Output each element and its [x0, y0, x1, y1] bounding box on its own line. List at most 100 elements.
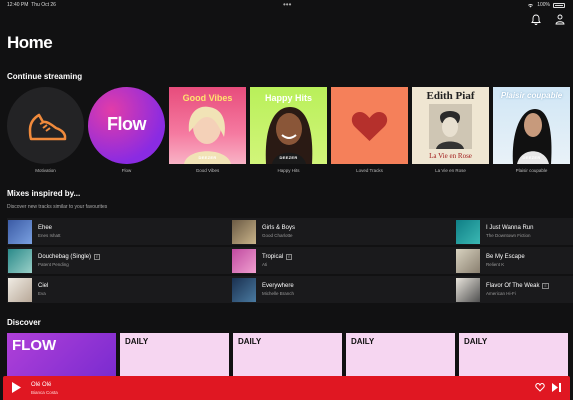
player-track-artist: Bianca Costa	[31, 390, 58, 395]
profile-icon[interactable]	[555, 14, 565, 25]
mini-player[interactable]: Olé Olé Bianca Costa	[3, 376, 570, 400]
portrait-image	[265, 107, 313, 164]
portrait-image	[184, 106, 231, 164]
mix-title: Everywhere	[262, 283, 294, 289]
good-vibes-artwork: Good Vibes DEEZER	[169, 87, 246, 164]
discover-card-daily-3[interactable]: DAILY	[346, 333, 455, 378]
mix-item-douchebag[interactable]: Douchebag (Single) E Patent Pending	[7, 247, 231, 274]
mix-thumbnail	[456, 219, 480, 244]
discover-row: FLOW DAILY DAILY DAILY DAILY	[7, 333, 568, 378]
status-right: 100%	[527, 2, 565, 8]
mix-artist: American Hi-Fi	[486, 291, 516, 296]
stream-caption: Happy Hits	[277, 168, 300, 173]
mix-title: Tropical	[262, 254, 284, 260]
stream-item-happy-hits[interactable]: Happy Hits DEEZER Happy Hits	[250, 87, 327, 173]
mix-title-row: Flavor Of The Weak E	[486, 283, 549, 289]
wifi-icon	[528, 3, 534, 7]
mix-item-tropical[interactable]: Tropical E Ati	[231, 247, 455, 274]
discover-card-label: DAILY	[238, 337, 262, 346]
discover-card-label: DAILY	[464, 337, 488, 346]
mix-title-row: Tropical E	[262, 254, 293, 260]
mixes-grid: Ehee Enes Ishatt Girls & Boys Good Charlot…	[7, 218, 573, 303]
play-icon[interactable]	[12, 382, 21, 393]
mix-artist: Good Charlotte	[262, 233, 293, 238]
plaisir-coupable-artwork: Plaisir coupable DEEZER	[493, 87, 570, 164]
stream-item-la-vie-en-rose[interactable]: Edith Piaf La Vie en Rose La Vie en Rose	[412, 87, 489, 173]
art-sublabel: La Vie en Rose	[429, 152, 472, 160]
mix-thumbnail	[232, 277, 256, 302]
flow-art-label: Flow	[107, 114, 147, 134]
mix-artist: Relient K	[486, 262, 505, 267]
mix-thumbnail	[456, 277, 480, 302]
stream-caption: Plaisir coupable	[515, 168, 548, 173]
stream-caption: La Vie en Rose	[435, 168, 466, 173]
page-title: Home	[7, 33, 53, 52]
stream-caption: Flow	[121, 168, 132, 173]
stream-caption: Loved Tracks	[356, 168, 383, 173]
mix-title: Ehee	[38, 225, 53, 231]
skip-next-icon[interactable]	[552, 383, 561, 392]
stream-item-flow[interactable]: Flow Flow	[88, 87, 165, 173]
mix-item-girls-and-boys[interactable]: Girls & Boys Good Charlotte	[231, 218, 455, 245]
mix-title: Douchebag (Single)	[38, 254, 92, 260]
mix-item-ehee[interactable]: Ehee Enes Ishatt	[7, 218, 231, 245]
mix-item-everywhere[interactable]: Everywhere Michelle Branch	[231, 276, 455, 303]
mix-title-row: Douchebag (Single) E	[38, 254, 101, 260]
battery-icon	[553, 2, 565, 8]
discover-card-flow[interactable]: FLOW	[7, 333, 116, 378]
mix-item-i-just-wanna-run[interactable]: I Just Wanna Run The Downtown Fiction	[455, 218, 573, 245]
discover-title: Discover	[7, 318, 41, 327]
explicit-badge: E	[286, 254, 293, 260]
explicit-badge: E	[94, 254, 101, 260]
mix-title: I Just Wanna Run	[486, 225, 534, 231]
multitasking-dots[interactable]: •••	[283, 0, 291, 9]
mix-title: Be My Escape	[486, 254, 525, 260]
la-vie-en-rose-artwork: Edith Piaf La Vie en Rose	[412, 87, 489, 164]
discover-card-daily-2[interactable]: DAILY	[233, 333, 342, 378]
happy-hits-artwork: Happy Hits DEEZER	[250, 87, 327, 164]
mix-thumbnail	[232, 248, 256, 273]
explicit-badge: E	[542, 283, 549, 289]
heart-outline-icon[interactable]	[535, 383, 545, 392]
loved-tracks-artwork	[331, 87, 408, 164]
stream-caption: Motivation	[35, 168, 56, 173]
mix-item-be-my-escape[interactable]: Be My Escape Relient K	[455, 247, 573, 274]
discover-card-daily-4[interactable]: DAILY	[459, 333, 568, 378]
brand-mark: DEEZER	[522, 155, 541, 160]
mix-artist: The Downtown Fiction	[486, 233, 531, 238]
mix-thumbnail	[8, 248, 32, 273]
discover-card-label: DAILY	[351, 337, 375, 346]
mix-thumbnail	[232, 219, 256, 244]
portrait-image	[512, 109, 552, 164]
flow-artwork: Flow	[88, 87, 165, 164]
mix-title: Flavor Of The Weak	[486, 283, 540, 289]
motivation-artwork	[7, 87, 84, 164]
mix-thumbnail	[8, 277, 32, 302]
heart-icon	[351, 112, 388, 141]
sneaker-icon	[28, 113, 67, 141]
brand-mark: DEEZER	[279, 155, 298, 160]
stream-item-plaisir-coupable[interactable]: Plaisir coupable DEEZER Plaisir coupable	[493, 87, 570, 173]
continue-streaming-row: Motivation Flow Flow Good Vibes DEEZER G…	[7, 87, 570, 173]
stream-item-motivation[interactable]: Motivation	[7, 87, 84, 173]
discover-card-label: DAILY	[125, 337, 149, 346]
mix-thumbnail	[456, 248, 480, 273]
mix-item-flavor-of-the-weak[interactable]: Flavor Of The Weak E American Hi-Fi	[455, 276, 573, 303]
bell-icon[interactable]	[531, 14, 541, 25]
mix-artist: Enes Ishatt	[38, 233, 61, 238]
mix-artist: Ati	[262, 262, 268, 267]
discover-card-label: FLOW	[12, 337, 57, 354]
status-bar: 12:40 PM Thu Oct 26 ••• 100%	[0, 0, 573, 10]
brand-mark: DEEZER	[198, 155, 217, 160]
stream-caption: Good Vibes	[195, 168, 220, 173]
mixes-subtitle: Discover new tracks similar to your favo…	[7, 204, 108, 210]
mix-artist: Michelle Branch	[262, 291, 295, 296]
stream-item-good-vibes[interactable]: Good Vibes DEEZER Good Vibes	[169, 87, 246, 173]
header-actions	[531, 14, 565, 25]
mix-item-ciel[interactable]: Ciel Eva	[7, 276, 231, 303]
discover-card-daily-1[interactable]: DAILY	[120, 333, 229, 378]
battery-percent: 100%	[537, 2, 550, 8]
stream-item-loved-tracks[interactable]: Loved Tracks	[331, 87, 408, 173]
status-time: 12:40 PM Thu Oct 26	[7, 2, 56, 8]
continue-streaming-title: Continue streaming	[7, 72, 83, 81]
